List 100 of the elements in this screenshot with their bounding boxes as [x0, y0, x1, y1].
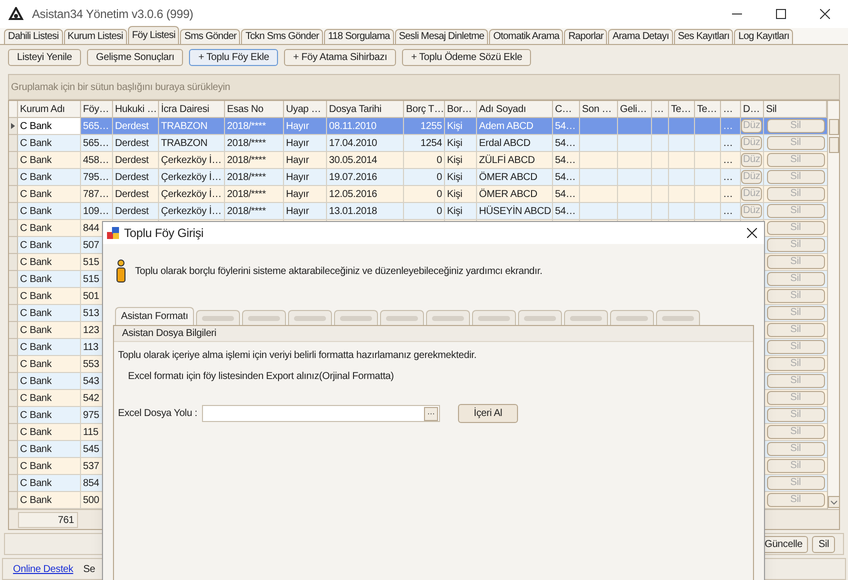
table-cell-text: 795…	[83, 170, 109, 184]
table-cell-text: C Bank	[20, 188, 52, 202]
dialog-tab[interactable]	[472, 310, 516, 325]
table-row[interactable]: C Bank 565… Derdest TRABZON 2018/**** Hayır 08.11.2010 1255 Kişi Adem ABCD 54… … Düz Sil	[9, 118, 827, 135]
table-cell-text: 2018/****	[227, 204, 266, 218]
dialog-tab[interactable]	[564, 310, 608, 325]
window-title: Asistan34 Yönetim v3.0.6 (999)	[32, 6, 194, 23]
table-cell-text: C Bank	[20, 374, 52, 388]
table-cell-text: Kişi	[447, 188, 462, 202]
table-cell-text: Çerkezköy İ…	[161, 170, 222, 184]
table-cell-text: C Bank	[20, 222, 52, 236]
column-header[interactable]: İcra Dairesi	[161, 102, 210, 116]
dialog-tab[interactable]	[334, 310, 378, 325]
dialog-tab[interactable]	[518, 310, 562, 325]
table-cell-text: 787…	[83, 188, 109, 202]
close-icon[interactable]	[820, 9, 830, 19]
scroll-down-icon[interactable]	[828, 496, 840, 508]
column-header[interactable]: Esas No	[227, 102, 264, 116]
table-cell-text: …	[723, 120, 733, 134]
table-cell-text: …	[723, 154, 733, 168]
table-cell-text: 0	[436, 204, 442, 218]
toolbar-button[interactable]: Gelişme Sonuçları	[87, 49, 184, 66]
toolbar-button[interactable]: Listeyi Yenile	[8, 49, 82, 66]
tab[interactable]: Ses Kayıtları	[674, 29, 734, 44]
dialog-tab[interactable]	[656, 310, 700, 325]
column-header[interactable]: Dosya Tarihi	[329, 102, 382, 116]
table-cell-text: HÜSEYİN ABCD	[479, 204, 552, 218]
dialog-tab[interactable]	[610, 310, 654, 325]
scroll-thumb[interactable]	[829, 137, 839, 153]
dialog-tab[interactable]	[288, 310, 332, 325]
dialog-tab[interactable]	[196, 310, 240, 325]
online-support-link[interactable]: Online Destek	[13, 562, 74, 576]
column-header[interactable]: …	[723, 102, 733, 116]
table-cell-text: C Bank	[20, 204, 52, 218]
column-header[interactable]: Te…	[697, 102, 717, 116]
toolbar-button[interactable]: + Toplu Ödeme Sözü Ekle	[402, 49, 532, 66]
table-cell-text: C Bank	[20, 408, 52, 422]
table-cell-text: 17.04.2010	[329, 136, 378, 150]
tab[interactable]: 118 Sorgulama	[324, 29, 394, 44]
table-cell-text: Derdest	[115, 120, 149, 134]
tab[interactable]: Tckn Sms Gönder	[241, 29, 323, 44]
dialog-tab[interactable]	[242, 310, 286, 325]
instruction-text: Toplu olarak içeriye alma işlemi için veriyi belirli formatta hazırlamanız gerekmektedir.	[117, 349, 478, 363]
column-header[interactable]: C…	[555, 102, 572, 116]
column-header[interactable]: Föy…	[83, 102, 109, 116]
row-header[interactable]	[9, 118, 18, 135]
column-header[interactable]: Uyap …	[286, 102, 321, 116]
column-header[interactable]: …	[654, 102, 664, 116]
tab[interactable]: Arama Detayı	[608, 29, 673, 44]
tab[interactable]: Sms Gönder	[180, 29, 240, 44]
dialog-tab[interactable]	[426, 310, 470, 325]
column-header[interactable]: Geli…	[620, 102, 647, 116]
browse-button[interactable]: ···	[424, 406, 438, 420]
table-cell-text: C Bank	[20, 290, 52, 304]
row-count: 761	[18, 512, 78, 528]
column-header[interactable]: Sil	[766, 102, 777, 116]
column-header[interactable]: Te…	[671, 102, 691, 116]
table-cell-text: 2018/****	[227, 120, 266, 134]
dialog-tab[interactable]: Asistan Formatı	[115, 307, 194, 325]
table-cell-text: C Bank	[20, 494, 52, 508]
file-path-field[interactable]: ···	[202, 405, 440, 422]
table-cell-text: 08.11.2010	[329, 120, 376, 134]
table-cell-text: 2018/****	[227, 136, 266, 150]
tab[interactable]: Raporlar	[564, 29, 608, 44]
tab[interactable]: Föy Listesi	[128, 26, 180, 44]
table-cell-text: 513	[83, 306, 100, 320]
scrollbar[interactable]	[827, 101, 840, 509]
column-header[interactable]: D…	[743, 102, 760, 116]
table-cell-text: …	[723, 170, 733, 184]
table-cell-text: Hayır	[286, 204, 309, 218]
close-icon[interactable]	[747, 228, 757, 238]
dialog-tab[interactable]	[380, 310, 424, 325]
table-cell-text: …	[723, 188, 733, 202]
table-cell-text: 1255	[420, 120, 442, 134]
tab[interactable]: Sesli Mesaj Dinletme	[394, 29, 488, 44]
tab[interactable]: Otomatik Arama	[489, 29, 564, 44]
tab[interactable]: Kurum Listesi	[64, 29, 127, 44]
toolbar-button[interactable]: + Toplu Föy Ekle	[189, 49, 278, 66]
table-cell-text: 500	[83, 494, 100, 508]
table-cell-text: Kişi	[447, 170, 462, 184]
scroll-up-button[interactable]	[829, 119, 839, 135]
tab[interactable]: Dahili Listesi	[4, 29, 63, 44]
table-cell-text: Derdest	[115, 170, 149, 184]
tab[interactable]: Log Kayıtları	[734, 29, 794, 44]
action-button[interactable]: Sil	[812, 536, 835, 552]
column-header[interactable]: Hukuki …	[115, 102, 157, 116]
table-cell-text: 975	[83, 408, 100, 422]
column-header[interactable]: Son …	[582, 102, 612, 116]
column-header[interactable]: Adı Soyadı	[479, 102, 526, 116]
column-header[interactable]: Borç T…	[406, 102, 444, 116]
maximize-icon[interactable]	[776, 9, 786, 19]
import-button[interactable]: İçeri Al	[458, 404, 518, 423]
column-header[interactable]: Bor…	[447, 102, 472, 116]
table-cell-text: Derdest	[115, 188, 149, 202]
column-header[interactable]: Kurum Adı	[20, 102, 65, 116]
table-cell-text: 2018/****	[227, 170, 266, 184]
toolbar-button[interactable]: + Föy Atama Sihirbazı	[284, 49, 396, 66]
table-cell-text: Çerkezköy İ…	[161, 153, 222, 168]
table-cell-text: C Bank	[20, 392, 52, 406]
table-cell-text: 13.01.2018	[329, 204, 378, 218]
